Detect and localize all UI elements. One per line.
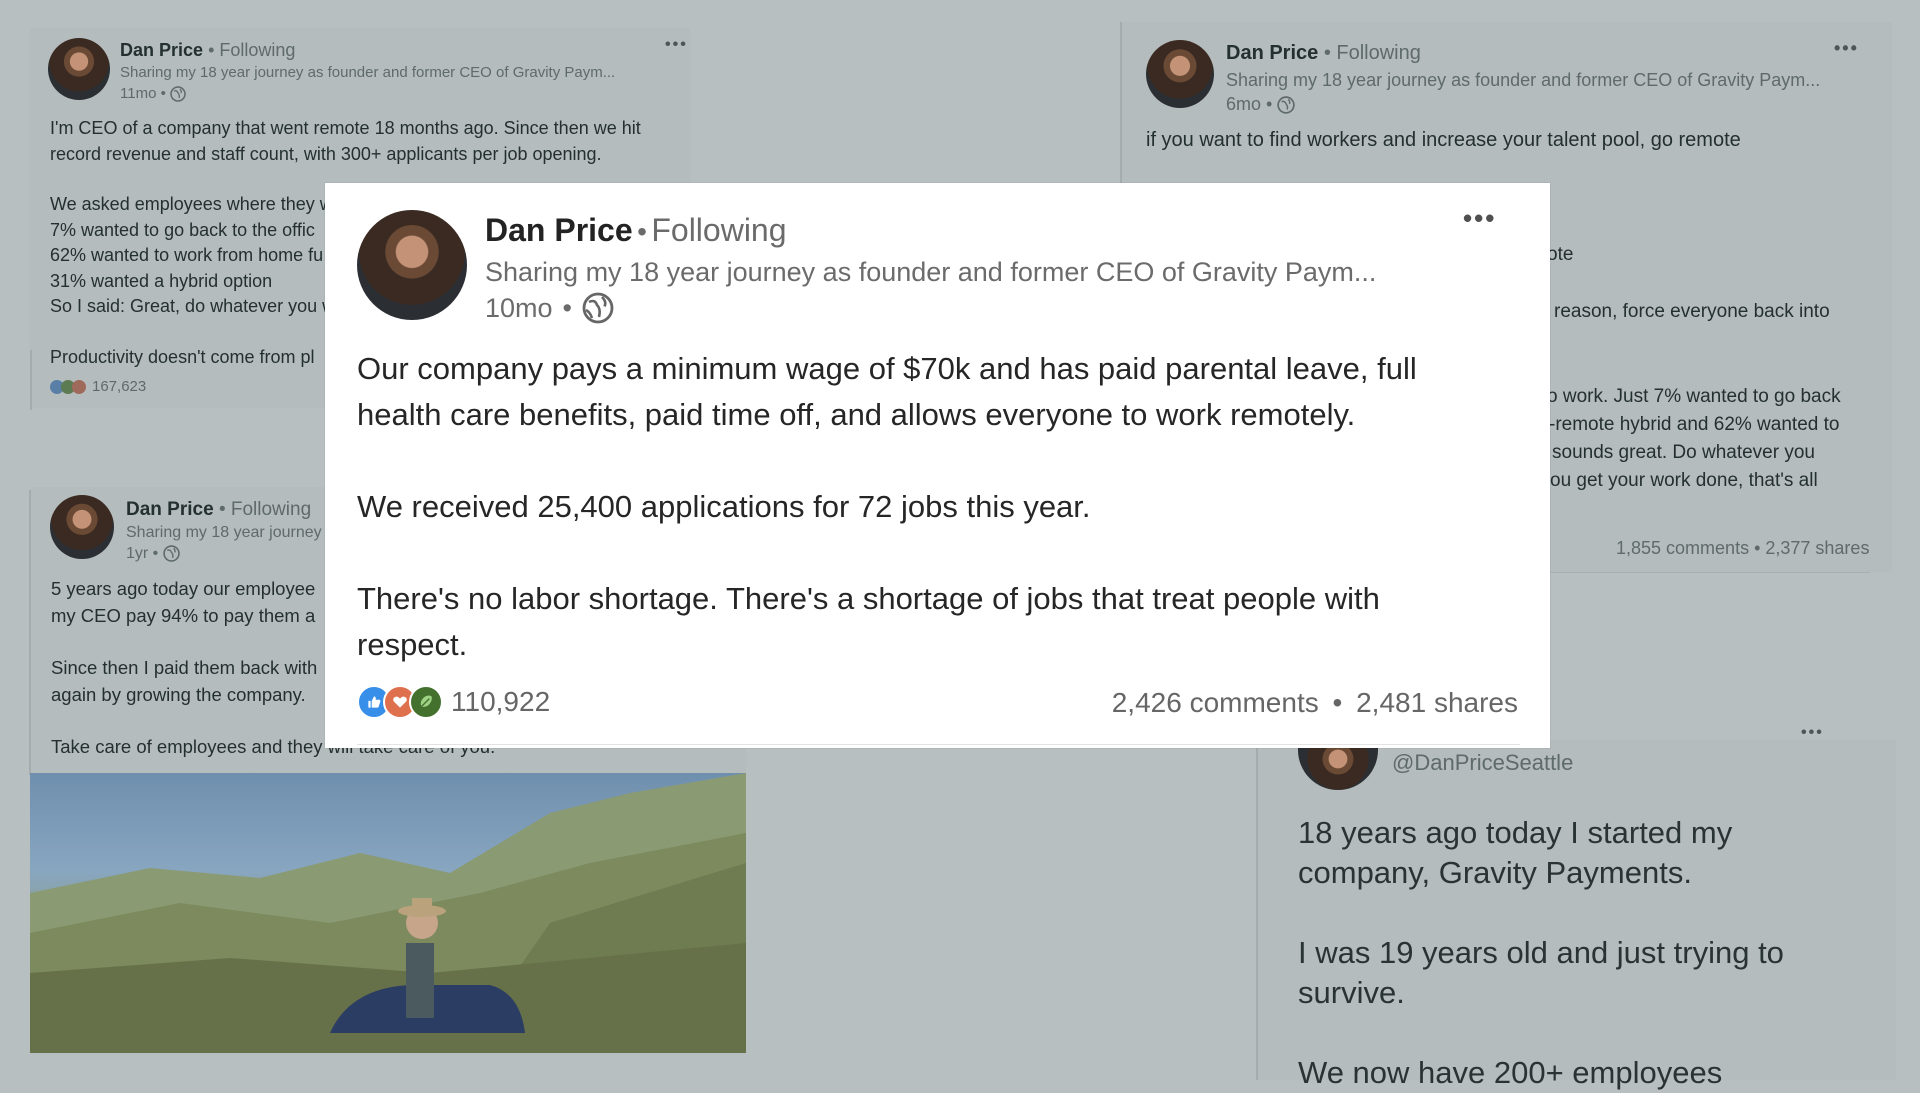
divider (29, 490, 31, 775)
post-age: 10mo (485, 292, 553, 323)
divider (1256, 740, 1258, 1080)
reaction-count[interactable]: 110,922 (451, 686, 550, 718)
globe-icon (582, 292, 614, 324)
separator: • (637, 216, 647, 247)
tweet-body: 18 years ago today I started my company,… (1298, 813, 1784, 1093)
post-stats[interactable]: 1,855 comments • 2,377 shares (1616, 538, 1869, 559)
more-options-icon[interactable]: ••• (1801, 724, 1824, 742)
post-photo[interactable] (30, 773, 746, 1053)
body-fragment: ou get your work done, that's all (1550, 470, 1818, 491)
reaction-summary[interactable]: 167,623 (50, 378, 146, 395)
body-line: survive. (1298, 975, 1405, 1010)
more-options-icon[interactable]: ••• (1463, 203, 1496, 234)
body-fragment: ote (1547, 244, 1574, 265)
divider (30, 350, 32, 410)
body-line (1298, 893, 1784, 933)
avatar[interactable] (50, 495, 114, 559)
avatar[interactable] (357, 210, 467, 320)
more-options-icon[interactable]: ••• (1834, 38, 1859, 59)
author-name[interactable]: Dan Price (120, 40, 203, 60)
avatar[interactable] (1146, 40, 1214, 108)
separator: • (562, 292, 572, 323)
body-line: company, Gravity Payments. (1298, 855, 1692, 890)
divider (357, 744, 1520, 745)
twitter-handle[interactable]: @DanPriceSeattle (1392, 750, 1573, 776)
author-headline: Sharing my 18 year journey as founder an… (485, 257, 1377, 287)
follow-status[interactable]: Following (231, 499, 311, 520)
body-line: record revenue and staff count, with 300… (50, 143, 602, 164)
post-first-line: if you want to find workers and increase… (1146, 129, 1741, 151)
body-line: respect. (357, 627, 468, 662)
author-name[interactable]: Dan Price (126, 499, 214, 520)
featured-post-card: Dan Price • Following Sharing my 18 year… (325, 183, 1550, 748)
post-meta: 1yr • (126, 545, 180, 563)
body-fragment: reason, force everyone back into (1554, 301, 1830, 322)
post-meta: 11mo • (120, 85, 186, 102)
body-line: health care benefits, paid time off, and… (357, 397, 1356, 432)
body-line: We received 25,400 applications for 72 j… (357, 489, 1091, 524)
body-line: We now have 200+ employees (1298, 1055, 1723, 1090)
separator: • (1332, 687, 1343, 718)
avatar[interactable] (48, 38, 110, 100)
author-headline: Sharing my 18 year journey as founder an… (1226, 70, 1821, 90)
body-line (1298, 1013, 1784, 1053)
globe-icon (163, 545, 180, 562)
divider (1545, 572, 1870, 573)
shares-count[interactable]: 2,481 shares (1356, 687, 1518, 718)
author-name[interactable]: Dan Price (485, 212, 633, 248)
body-line: I'm CEO of a company that went remote 18… (50, 118, 641, 138)
post-age: 11mo (120, 85, 157, 102)
post-meta: 10mo • (485, 292, 614, 324)
insightful-reaction-icon (409, 685, 443, 719)
body-line: I was 19 years old and just trying to (1298, 935, 1784, 970)
author-headline: Sharing my 18 year journey as founder an… (120, 64, 616, 81)
tweet-card-bottom-right: @DanPriceSeattle ••• 18 years ago today … (1256, 724, 1896, 1090)
follow-status[interactable]: Following (1336, 42, 1420, 64)
body-line: Our company pays a minimum wage of $70k … (357, 351, 1417, 386)
body-fragment: o work. Just 7% wanted to go back (1547, 386, 1841, 407)
author-name[interactable]: Dan Price (1226, 42, 1318, 64)
globe-icon (1277, 96, 1296, 114)
body-fragment: sounds great. Do whatever you (1552, 442, 1815, 463)
globe-icon (170, 86, 186, 102)
landscape-image (30, 773, 746, 1053)
engagement-stats: 2,426 comments • 2,481 shares (1112, 687, 1518, 719)
post-body: Our company pays a minimum wage of $70k … (357, 346, 1527, 668)
comments-count[interactable]: 2,426 comments (1112, 687, 1319, 718)
author-headline: Sharing my 18 year journey (126, 524, 322, 541)
post-age: 6mo (1226, 94, 1262, 114)
love-reaction-icon (72, 379, 86, 394)
reaction-count[interactable]: 167,623 (92, 378, 146, 395)
body-fragment: -remote hybrid and 62% wanted to (1549, 414, 1840, 435)
post-age: 1yr (126, 545, 149, 562)
divider (1120, 22, 1122, 187)
body-line: 18 years ago today I started my (1298, 815, 1733, 850)
post-meta: 6mo • (1226, 94, 1296, 115)
body-line: There's no labor shortage. There's a sho… (357, 581, 1380, 616)
follow-status[interactable]: Following (219, 40, 295, 60)
more-options-icon[interactable]: ••• (665, 36, 688, 54)
follow-status[interactable]: Following (651, 212, 786, 248)
reaction-summary[interactable]: 110,922 (357, 685, 550, 719)
